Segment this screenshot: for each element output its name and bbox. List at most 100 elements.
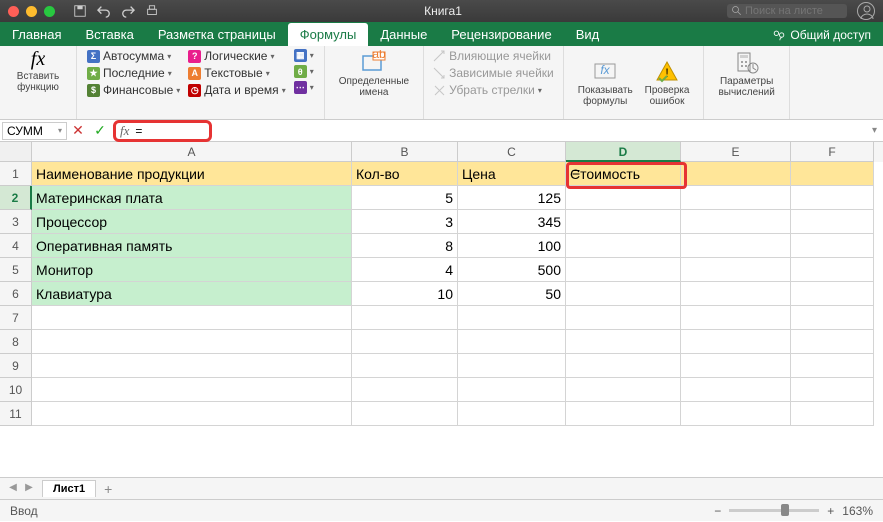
cell[interactable] [791,354,874,378]
sheet-tab[interactable]: Лист1 [42,480,96,497]
chevron-down-icon[interactable]: ▾ [310,67,314,76]
cell[interactable] [791,330,874,354]
row-header[interactable]: 4 [0,234,32,258]
cell[interactable] [681,282,791,306]
cell[interactable] [791,186,874,210]
cell[interactable] [791,402,874,426]
cell[interactable] [352,402,458,426]
cell[interactable] [681,354,791,378]
cell[interactable] [32,354,352,378]
chevron-down-icon[interactable]: ▾ [310,51,314,60]
close-window-icon[interactable] [8,6,19,17]
cancel-formula-button[interactable]: ✕ [67,122,89,139]
cell[interactable]: 4 [352,258,458,282]
row-header[interactable]: 1 [0,162,32,186]
zoom-out-button[interactable]: − [714,504,721,518]
cell[interactable]: 10 [352,282,458,306]
chevron-down-icon[interactable]: ▾ [266,69,270,78]
chevron-down-icon[interactable]: ▾ [167,52,171,61]
tab-data[interactable]: Данные [368,23,439,46]
cell[interactable] [681,162,791,186]
sheet-prev-icon[interactable]: ◀ [6,482,20,496]
cell[interactable] [566,234,681,258]
row-header[interactable]: 9 [0,354,32,378]
cell[interactable]: 345 [458,210,566,234]
column-header-A[interactable]: A [32,142,352,162]
cell[interactable] [458,354,566,378]
fn-math-button[interactable]: θ▾ [292,64,316,79]
cell[interactable] [566,258,681,282]
undo-icon[interactable] [97,4,111,18]
cell[interactable]: Стоимость [566,162,681,186]
row-header[interactable]: 8 [0,330,32,354]
cell[interactable] [458,402,566,426]
chevron-down-icon[interactable]: ▾ [282,86,286,95]
cell[interactable] [566,282,681,306]
fn-more-button[interactable]: ⋯▾ [292,80,316,95]
cell[interactable] [458,330,566,354]
cell[interactable] [791,234,874,258]
cell[interactable] [566,378,681,402]
cell[interactable] [681,186,791,210]
cell[interactable] [566,306,681,330]
row-header[interactable]: 2 [0,186,32,210]
cell[interactable]: 500 [458,258,566,282]
search-box[interactable] [727,4,847,18]
zoom-slider[interactable] [729,509,819,512]
cell[interactable]: Оперативная память [32,234,352,258]
user-account-icon[interactable] [857,2,875,20]
cell[interactable] [681,330,791,354]
column-header-E[interactable]: E [681,142,791,162]
cell[interactable] [32,330,352,354]
cell[interactable] [458,306,566,330]
redo-icon[interactable] [121,4,135,18]
cell[interactable] [32,306,352,330]
cell[interactable] [681,258,791,282]
tab-layout[interactable]: Разметка страницы [146,23,288,46]
error-checking-button[interactable]: !Проверка ошибок [639,48,696,117]
share-button[interactable]: Общий доступ [760,24,883,46]
fn-lookup-button[interactable]: ▦▾ [292,48,316,63]
tab-review[interactable]: Рецензирование [439,23,563,46]
select-all-corner[interactable] [0,142,32,162]
row-header[interactable]: 5 [0,258,32,282]
tab-insert[interactable]: Вставка [73,23,145,46]
chevron-down-icon[interactable]: ▾ [176,86,180,95]
cell[interactable] [791,282,874,306]
cell[interactable]: Наименование продукции [32,162,352,186]
add-sheet-button[interactable]: + [104,481,112,497]
cell[interactable] [791,306,874,330]
row-header[interactable]: 3 [0,210,32,234]
cell[interactable] [681,378,791,402]
print-icon[interactable] [145,4,159,18]
cell[interactable]: Монитор [32,258,352,282]
cell[interactable]: Процессор [32,210,352,234]
formula-input[interactable] [135,124,205,138]
row-header[interactable]: 7 [0,306,32,330]
insert-function-button[interactable]: fx Вставить функцию [8,48,68,93]
cell[interactable]: 3 [352,210,458,234]
cell[interactable] [352,330,458,354]
row-header[interactable]: 10 [0,378,32,402]
cell[interactable]: 100 [458,234,566,258]
column-header-B[interactable]: B [352,142,458,162]
fn-logical-button[interactable]: ?Логические▾ [186,48,287,64]
row-header[interactable]: 11 [0,402,32,426]
chevron-down-icon[interactable]: ▾ [58,126,62,135]
column-header-D[interactable]: D [566,142,681,162]
accept-formula-button[interactable]: ✓ [89,122,111,139]
cell[interactable] [791,378,874,402]
cell[interactable] [566,354,681,378]
cell[interactable]: Клавиатура [32,282,352,306]
active-cell-content[interactable]: = [572,164,580,180]
row-header[interactable]: 6 [0,282,32,306]
cell[interactable] [566,330,681,354]
cell[interactable] [32,402,352,426]
cell[interactable] [352,354,458,378]
cell[interactable] [791,210,874,234]
fn-autosum-button[interactable]: ΣАвтосумма▾ [85,48,182,64]
cell[interactable] [681,402,791,426]
tab-home[interactable]: Главная [0,23,73,46]
minimize-window-icon[interactable] [26,6,37,17]
cell[interactable] [681,234,791,258]
